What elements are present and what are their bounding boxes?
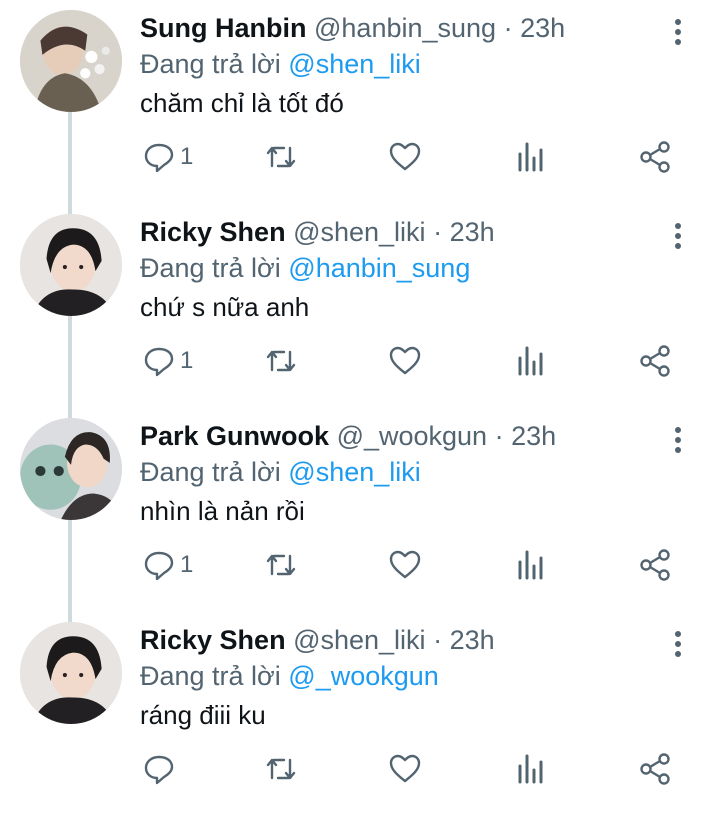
username[interactable]: @shen_liki (293, 625, 425, 655)
timestamp[interactable]: 23h (450, 625, 495, 655)
tweet[interactable]: Ricky Shen @shen_liki · 23h Đang trả lời… (0, 204, 720, 408)
more-options-icon[interactable] (666, 16, 690, 48)
like-icon (389, 142, 421, 171)
reply-count: 1 (180, 347, 194, 374)
like-icon (389, 550, 421, 579)
replying-to-label: Đang trả lời (140, 457, 281, 487)
share-button[interactable] (638, 341, 672, 381)
separator: · (503, 13, 513, 43)
reply-button[interactable]: 1 (142, 341, 193, 381)
display-name[interactable]: Ricky Shen (140, 217, 286, 247)
tweet-text: chứ s nữa anh (140, 292, 310, 322)
replying-to-label: Đang trả lời (140, 49, 281, 79)
reply-icon (144, 755, 174, 785)
reply-icon (144, 143, 174, 173)
tweet[interactable]: Sung Hanbin @hanbin_sung · 23h Đang trả … (0, 0, 720, 204)
tweet[interactable]: Ricky Shen @shen_liki · 23h Đang trả lời… (0, 612, 720, 816)
views-icon (518, 346, 543, 376)
avatar[interactable] (20, 418, 122, 520)
views-icon (518, 754, 543, 784)
tweet-text: chăm chỉ là tốt đó (140, 88, 344, 118)
replying-to-label: Đang trả lời (140, 253, 281, 283)
reply-count: 1 (180, 551, 194, 578)
action-bar: 1 (140, 137, 680, 177)
replying-to: Đang trả lời @shen_liki (140, 46, 421, 82)
more-options-icon[interactable] (666, 628, 690, 660)
avatar[interactable] (20, 622, 122, 724)
separator: · (433, 625, 443, 655)
timestamp[interactable]: 23h (520, 13, 565, 43)
views-button[interactable] (514, 341, 548, 381)
action-bar: 1 (140, 341, 680, 381)
reply-icon (144, 347, 174, 377)
share-button[interactable] (638, 545, 672, 585)
share-icon (640, 345, 670, 377)
share-icon (640, 141, 670, 173)
share-button[interactable] (638, 137, 672, 177)
avatar[interactable] (20, 214, 122, 316)
timestamp[interactable]: 23h (450, 217, 495, 247)
replying-to: Đang trả lời @hanbin_sung (140, 250, 470, 286)
tweet-text: nhìn là nản rồi (140, 496, 305, 526)
tweet[interactable]: Park Gunwook @_wookgun · 23h Đang trả lờ… (0, 408, 720, 612)
retweet-icon (266, 146, 296, 168)
action-bar (140, 749, 680, 789)
share-button[interactable] (638, 749, 672, 789)
display-name[interactable]: Sung Hanbin (140, 13, 306, 43)
replying-to-label: Đang trả lời (140, 661, 281, 691)
like-button[interactable] (388, 749, 422, 789)
views-button[interactable] (514, 137, 548, 177)
tweet-text: ráng điii ku (140, 700, 266, 730)
retweet-icon (266, 554, 296, 576)
reply-button[interactable]: 1 (142, 137, 193, 177)
username[interactable]: @_wookgun (337, 421, 488, 451)
action-bar: 1 (140, 545, 680, 585)
retweet-icon (266, 350, 296, 372)
retweet-button[interactable] (264, 749, 298, 789)
share-icon (640, 549, 670, 581)
retweet-button[interactable] (264, 137, 298, 177)
reply-icon (144, 551, 174, 581)
mention-link[interactable]: @shen_liki (288, 457, 420, 487)
mention-link[interactable]: @hanbin_sung (288, 253, 470, 283)
retweet-button[interactable] (264, 545, 298, 585)
more-options-icon[interactable] (666, 424, 690, 456)
username[interactable]: @hanbin_sung (314, 13, 496, 43)
replying-to: Đang trả lời @_wookgun (140, 658, 439, 694)
timestamp[interactable]: 23h (511, 421, 556, 451)
reply-count: 1 (180, 143, 194, 170)
retweet-icon (266, 758, 296, 780)
views-icon (518, 550, 543, 580)
views-icon (518, 142, 543, 172)
reply-button[interactable] (142, 749, 180, 789)
replying-to: Đang trả lời @shen_liki (140, 454, 421, 490)
more-options-icon[interactable] (666, 220, 690, 252)
like-button[interactable] (388, 341, 422, 381)
like-icon (389, 346, 421, 375)
separator: · (433, 217, 443, 247)
like-icon (389, 754, 421, 783)
views-button[interactable] (514, 545, 548, 585)
display-name[interactable]: Ricky Shen (140, 625, 286, 655)
mention-link[interactable]: @shen_liki (288, 49, 420, 79)
views-button[interactable] (514, 749, 548, 789)
retweet-button[interactable] (264, 341, 298, 381)
like-button[interactable] (388, 545, 422, 585)
reply-button[interactable]: 1 (142, 545, 193, 585)
username[interactable]: @shen_liki (293, 217, 425, 247)
avatar[interactable] (20, 10, 122, 112)
like-button[interactable] (388, 137, 422, 177)
share-icon (640, 753, 670, 785)
display-name[interactable]: Park Gunwook (140, 421, 329, 451)
mention-link[interactable]: @_wookgun (288, 661, 439, 691)
separator: · (494, 421, 504, 451)
